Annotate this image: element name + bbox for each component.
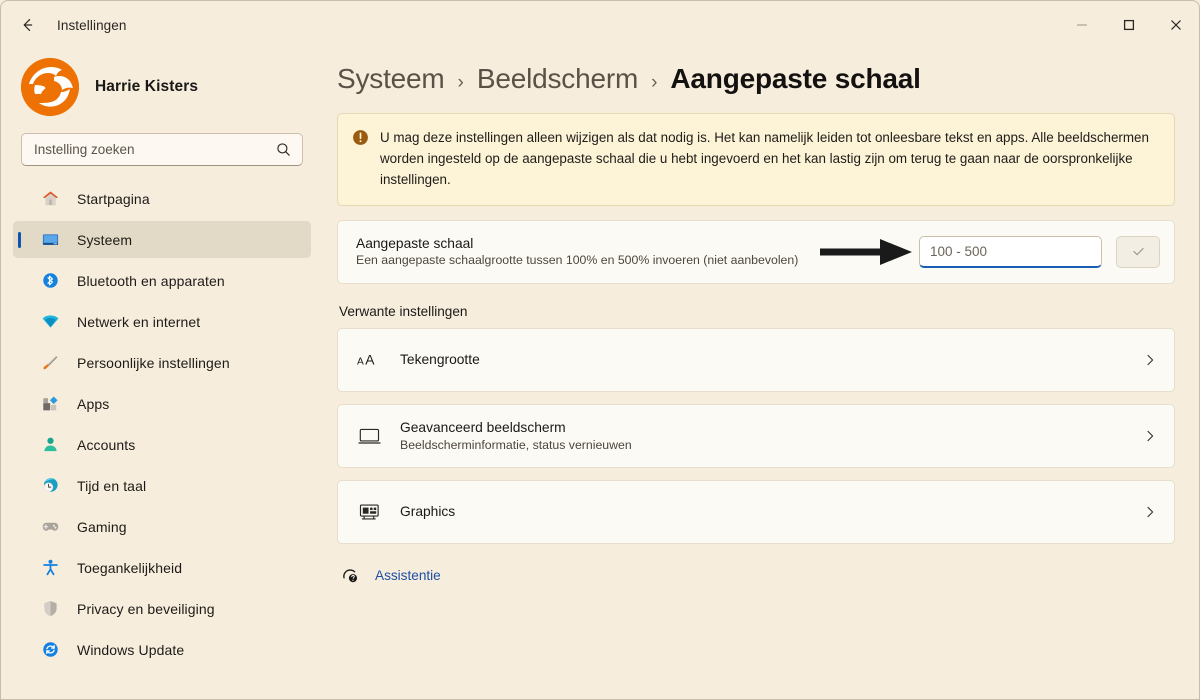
- related-item-graphics[interactable]: Graphics: [337, 479, 1175, 544]
- bluetooth-icon: [39, 270, 61, 292]
- profile-name: Harrie Kisters: [95, 78, 199, 95]
- minimize-button[interactable]: [1058, 1, 1105, 49]
- person-icon: [39, 434, 61, 456]
- title-bar: Instellingen: [1, 1, 1199, 49]
- related-item-texts: Graphics: [400, 504, 1140, 519]
- related-item-title: Geavanceerd beeldscherm: [400, 419, 566, 435]
- search-box[interactable]: [21, 133, 303, 166]
- breadcrumb-item-current: Aangepaste schaal: [670, 63, 921, 94]
- maximize-button[interactable]: [1105, 1, 1152, 49]
- breadcrumb-separator: ›: [651, 72, 658, 93]
- assistentie-label: Assistentie: [375, 567, 441, 583]
- breadcrumb-item-beeldscherm[interactable]: Beeldscherm: [477, 63, 638, 95]
- chevron-right-icon: [1140, 353, 1160, 367]
- clock-globe-icon: [39, 475, 61, 497]
- chevron-right-icon: [1140, 505, 1160, 519]
- sidebar-item-label: Gaming: [77, 518, 127, 535]
- apps-icon: [39, 393, 61, 415]
- paintbrush-icon: [39, 352, 61, 374]
- sidebar-item-label: Toegankelijkheid: [77, 559, 183, 576]
- sidebar-item-label: Persoonlijke instellingen: [77, 354, 230, 371]
- user-avatar-logo: [21, 58, 79, 116]
- help-question-icon: [341, 566, 363, 585]
- checkmark-icon: [1131, 244, 1146, 259]
- update-refresh-icon: [39, 639, 61, 661]
- sidebar-item-label: Tijd en taal: [77, 477, 147, 494]
- related-item-geavanceerd-beeldscherm[interactable]: Geavanceerd beeldscherm Beeldscherminfor…: [337, 403, 1175, 468]
- warning-exclamation-icon: [352, 127, 370, 191]
- related-item-subtitle: Beeldscherminformatie, status vernieuwen: [400, 437, 632, 452]
- confirm-scale-button[interactable]: [1116, 235, 1160, 268]
- custom-scale-subtitle: Een aangepaste schaalgrootte tussen 100%…: [356, 253, 799, 268]
- wifi-icon: [39, 311, 61, 333]
- sidebar-item-apps[interactable]: Apps: [13, 385, 311, 422]
- sidebar-item-bluetooth-en-apparaten[interactable]: Bluetooth en apparaten: [13, 262, 311, 299]
- sidebar-nav: Startpagina Systeem Bluetooth en apparat…: [1, 180, 323, 699]
- display-monitor-icon: [356, 426, 382, 446]
- avatar: [21, 58, 79, 116]
- minimize-icon: [1076, 19, 1088, 31]
- sidebar-item-gaming[interactable]: Gaming: [13, 508, 311, 545]
- monitor-icon: [39, 229, 61, 251]
- warning-banner: U mag deze instellingen alleen wijzigen …: [337, 113, 1175, 206]
- sidebar-item-label: Privacy en beveiliging: [77, 600, 215, 617]
- gamepad-icon: [39, 516, 61, 538]
- sidebar-item-startpagina[interactable]: Startpagina: [13, 180, 311, 217]
- sidebar-item-netwerk-en-internet[interactable]: Netwerk en internet: [13, 303, 311, 340]
- breadcrumb-separator: ›: [457, 72, 464, 93]
- back-button[interactable]: [11, 8, 45, 42]
- sidebar-item-windows-update[interactable]: Windows Update: [13, 631, 311, 668]
- custom-scale-input-wrap[interactable]: [919, 235, 1102, 268]
- sidebar-item-label: Netwerk en internet: [77, 313, 201, 330]
- breadcrumb: Systeem › Beeldscherm › Aangepaste schaa…: [337, 49, 1175, 113]
- main-content: Systeem › Beeldscherm › Aangepaste schaa…: [323, 49, 1199, 699]
- graphics-card-icon: [356, 502, 382, 522]
- related-item-tekengrootte[interactable]: A A Tekengrootte: [337, 327, 1175, 392]
- breadcrumb-item-systeem[interactable]: Systeem: [337, 63, 445, 95]
- svg-text:A: A: [365, 351, 375, 367]
- custom-scale-row: Aangepaste schaal Een aangepaste schaalg…: [337, 219, 1175, 284]
- sidebar-item-label: Startpagina: [77, 190, 150, 207]
- close-button[interactable]: [1152, 1, 1199, 49]
- sidebar-item-persoonlijke-instellingen[interactable]: Persoonlijke instellingen: [13, 344, 311, 381]
- related-item-title: Graphics: [400, 504, 456, 520]
- related-item-texts: Tekengrootte: [400, 352, 1140, 367]
- sidebar-item-label: Accounts: [77, 436, 136, 453]
- sidebar-item-systeem[interactable]: Systeem: [13, 221, 311, 258]
- maximize-icon: [1123, 19, 1135, 31]
- sidebar-item-toegankelijkheid[interactable]: Toegankelijkheid: [13, 549, 311, 586]
- custom-scale-texts: Aangepaste schaal Een aangepaste schaalg…: [356, 236, 919, 267]
- font-size-aa-icon: A A: [356, 350, 382, 370]
- shield-icon: [39, 598, 61, 620]
- related-item-texts: Geavanceerd beeldscherm Beeldscherminfor…: [400, 420, 1140, 452]
- related-settings-label: Verwante instellingen: [339, 303, 468, 319]
- sidebar-item-label: Bluetooth en apparaten: [77, 272, 225, 289]
- back-arrow-icon: [19, 16, 37, 34]
- chevron-right-icon: [1140, 429, 1160, 443]
- window-controls: [1058, 1, 1199, 49]
- search-input[interactable]: [34, 142, 276, 157]
- profile-section[interactable]: Harrie Kisters: [1, 49, 323, 127]
- home-icon: [39, 188, 61, 210]
- warning-banner-text: U mag deze instellingen alleen wijzigen …: [380, 130, 1149, 188]
- svg-text:A: A: [357, 356, 364, 367]
- sidebar-item-privacy-en-beveiliging[interactable]: Privacy en beveiliging: [13, 590, 311, 627]
- sidebar-item-accounts[interactable]: Accounts: [13, 426, 311, 463]
- sidebar-item-label: Apps: [77, 395, 110, 412]
- sidebar-item-label: Windows Update: [77, 641, 185, 658]
- custom-scale-input[interactable]: [930, 243, 1091, 259]
- custom-scale-title: Aangepaste schaal: [356, 236, 474, 252]
- sidebar-item-label: Systeem: [77, 231, 133, 248]
- assistentie-link[interactable]: Assistentie: [341, 566, 441, 585]
- sidebar-item-tijd-en-taal[interactable]: Tijd en taal: [13, 467, 311, 504]
- sidebar: Harrie Kisters Instelling zoeken Startpa…: [1, 49, 323, 699]
- accessibility-icon: [39, 557, 61, 579]
- app-title: Instellingen: [57, 17, 127, 33]
- related-item-title: Tekengrootte: [400, 352, 480, 368]
- close-icon: [1170, 19, 1182, 31]
- window-body: Harrie Kisters Instelling zoeken Startpa…: [1, 49, 1199, 699]
- settings-window: Instellingen Harrie Kisters Instelling z…: [0, 0, 1200, 700]
- search-icon: [276, 142, 292, 157]
